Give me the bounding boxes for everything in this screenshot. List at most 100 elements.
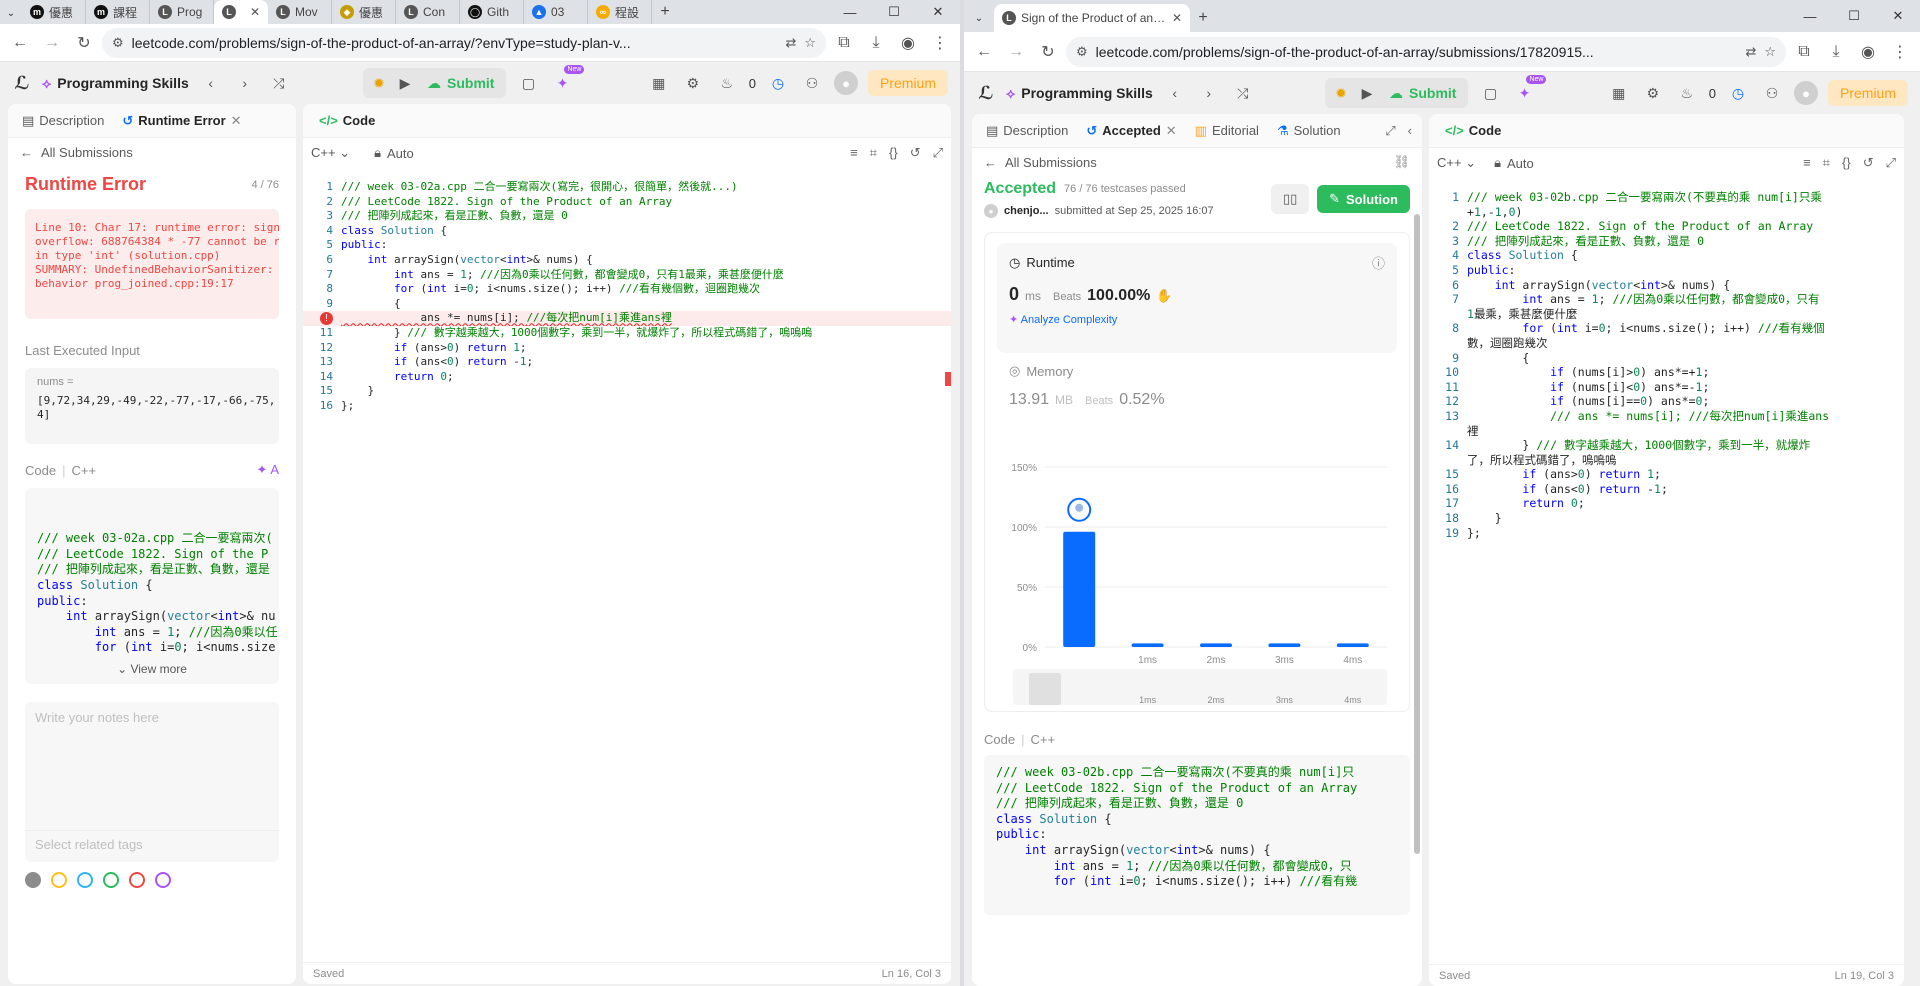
close-tab-icon[interactable]: ✕: [1166, 123, 1177, 139]
leetcode-logo-icon[interactable]: ℒ: [976, 83, 996, 103]
bookmark-star-icon[interactable]: ☆: [804, 35, 816, 51]
tag-color-dot[interactable]: [51, 872, 67, 888]
tags-select[interactable]: Select related tags: [25, 830, 279, 852]
extensions-icon[interactable]: ⧉: [1790, 38, 1818, 66]
back-icon[interactable]: ←: [6, 29, 34, 57]
minimize-icon[interactable]: —: [1788, 0, 1832, 32]
tab-description[interactable]: ▤ Description: [978, 114, 1076, 147]
solution-button[interactable]: ✎ Solution: [1317, 185, 1410, 213]
reset-icon[interactable]: ↺: [910, 145, 921, 161]
address-input[interactable]: ⚙ leetcode.com/problems/sign-of-the-prod…: [1066, 36, 1786, 67]
note-icon[interactable]: ▢: [516, 71, 540, 95]
browser-tab-1[interactable]: m 優惠: [22, 0, 86, 24]
bookmark-icon[interactable]: ⌗: [1823, 155, 1830, 171]
translate-icon[interactable]: ⇄: [1745, 44, 1756, 60]
close-tab-icon[interactable]: ✕: [1172, 11, 1182, 25]
close-window-icon[interactable]: ✕: [1876, 0, 1920, 32]
new-tab-button[interactable]: +: [652, 0, 678, 24]
format-icon[interactable]: ≡: [850, 145, 858, 161]
username[interactable]: chenjo...: [1004, 205, 1049, 217]
prev-problem-icon[interactable]: ‹: [199, 71, 223, 95]
browser-tab-active[interactable]: L Sign of the Product of an Array ✕: [994, 4, 1190, 32]
braces-icon[interactable]: {}: [1842, 155, 1851, 171]
forward-icon[interactable]: →: [1002, 38, 1030, 66]
browser-tab-4[interactable]: L ✕: [214, 0, 268, 24]
debug-icon[interactable]: ✹: [367, 71, 391, 95]
run-icon[interactable]: ▶: [1355, 81, 1379, 105]
translate-icon[interactable]: ⇄: [785, 35, 796, 51]
memory-card[interactable]: ◎ Memory 13.91 MB Beats 0.52%: [997, 353, 1397, 419]
all-submissions-link[interactable]: ← All Submissions ⛓: [972, 148, 1422, 176]
tab-accepted[interactable]: ↺ Accepted ✕: [1078, 114, 1184, 147]
browser-tab-5[interactable]: L Mov: [268, 0, 332, 24]
bar-0ms[interactable]: [1063, 531, 1096, 647]
submit-button[interactable]: ☁ Submit: [419, 75, 502, 92]
error-icon[interactable]: !: [320, 312, 333, 326]
maximize-icon[interactable]: ☐: [872, 0, 916, 24]
close-tab-icon[interactable]: ✕: [231, 113, 242, 129]
braces-icon[interactable]: {}: [889, 145, 898, 161]
tag-color-dot[interactable]: [25, 872, 41, 888]
notes-input[interactable]: Write your notes here Select related tag…: [25, 702, 279, 862]
shuffle-icon[interactable]: ⤮: [1231, 81, 1255, 105]
avatar[interactable]: ●: [834, 71, 858, 95]
browser-tab-6[interactable]: ◆ 優惠: [332, 0, 396, 24]
prev-problem-icon[interactable]: ‹: [1163, 81, 1187, 105]
tag-color-dot[interactable]: [129, 872, 145, 888]
range-handle[interactable]: [1029, 673, 1061, 705]
auto-mode-label[interactable]: Auto: [1507, 156, 1534, 171]
study-plan-link[interactable]: ⟡ Programming Skills: [42, 75, 189, 92]
tag-color-dot[interactable]: [77, 872, 93, 888]
tab-description[interactable]: ▤ Description: [14, 104, 112, 137]
layout-icon[interactable]: ▦: [1607, 81, 1631, 105]
download-icon[interactable]: ⤓: [1822, 38, 1850, 66]
new-tab-button[interactable]: +: [1190, 4, 1216, 32]
ai-assistant-icon[interactable]: ✦ New: [550, 65, 585, 95]
run-icon[interactable]: ▶: [393, 71, 417, 95]
shuffle-icon[interactable]: ⤮: [267, 71, 291, 95]
expand-icon[interactable]: ⤢: [933, 145, 943, 161]
maximize-panel-icon[interactable]: ⤢: [1385, 123, 1395, 139]
reload-icon[interactable]: ↻: [1034, 38, 1062, 66]
tab-code[interactable]: </> Code: [311, 104, 383, 137]
streak-fire-icon[interactable]: ♨: [1675, 81, 1699, 105]
tag-color-dot[interactable]: [103, 872, 119, 888]
menu-kebab-icon[interactable]: ⋮: [926, 29, 954, 57]
reset-icon[interactable]: ↺: [1863, 155, 1874, 171]
tab-search-icon[interactable]: ⌄: [0, 2, 22, 24]
settings-gear-icon[interactable]: ⚙: [681, 71, 705, 95]
debug-icon[interactable]: ✹: [1329, 81, 1353, 105]
ai-assistant-icon[interactable]: ✦ New: [1512, 75, 1547, 105]
bar-2ms[interactable]: [1200, 643, 1232, 647]
tab-code[interactable]: </> Code: [1437, 114, 1509, 147]
address-input[interactable]: ⚙ leetcode.com/problems/sign-of-the-prod…: [102, 27, 826, 58]
user-avatar[interactable]: ●: [984, 204, 998, 218]
view-more-button[interactable]: ⌄ View more: [25, 662, 279, 678]
language-select[interactable]: C++ ⌄: [1437, 155, 1476, 171]
menu-kebab-icon[interactable]: ⋮: [1886, 38, 1914, 66]
tag-color-dot[interactable]: [155, 872, 171, 888]
share-link-icon[interactable]: ⛓: [1393, 154, 1410, 170]
tab-solutions[interactable]: ⚗ Solution: [1269, 114, 1349, 147]
premium-button[interactable]: Premium: [1828, 80, 1909, 106]
code-editor[interactable]: 1 /// week 03-02b.cpp 二合一要寫兩次(不要真的乘 num[i…: [1429, 186, 1904, 964]
browser-tab-9[interactable]: ▲ 03: [524, 0, 588, 24]
premium-button[interactable]: Premium: [868, 70, 949, 96]
expand-icon[interactable]: ⤢: [1886, 155, 1896, 171]
notebook-button[interactable]: ▯▯: [1271, 184, 1310, 214]
settings-gear-icon[interactable]: ⚙: [1641, 81, 1665, 105]
bar-3ms[interactable]: [1268, 643, 1301, 647]
analyze-complexity-button[interactable]: ✦ Analyze Complexity: [1009, 313, 1385, 326]
back-icon[interactable]: ←: [970, 38, 998, 66]
runtime-card[interactable]: ◷ Runtime ⓘ 0 ms Beats 100.00% ✋ ✦ Analyze…: [997, 243, 1397, 353]
bookmark-icon[interactable]: ⌗: [870, 145, 877, 161]
close-window-icon[interactable]: ✕: [916, 0, 960, 24]
code-editor[interactable]: 1 /// week 03-02a.cpp 二合一要寫兩次(寫完，很開心，很簡單，…: [303, 176, 951, 962]
extensions-icon[interactable]: ⧉: [830, 29, 858, 57]
language-select[interactable]: C++ ⌄: [311, 145, 350, 161]
bookmark-star-icon[interactable]: ☆: [1764, 44, 1776, 60]
maximize-icon[interactable]: ☐: [1832, 0, 1876, 32]
browser-tab-10[interactable]: ∞ 程設: [588, 0, 652, 24]
auto-mode-label[interactable]: Auto: [387, 146, 414, 161]
bar-1ms[interactable]: [1131, 643, 1164, 647]
